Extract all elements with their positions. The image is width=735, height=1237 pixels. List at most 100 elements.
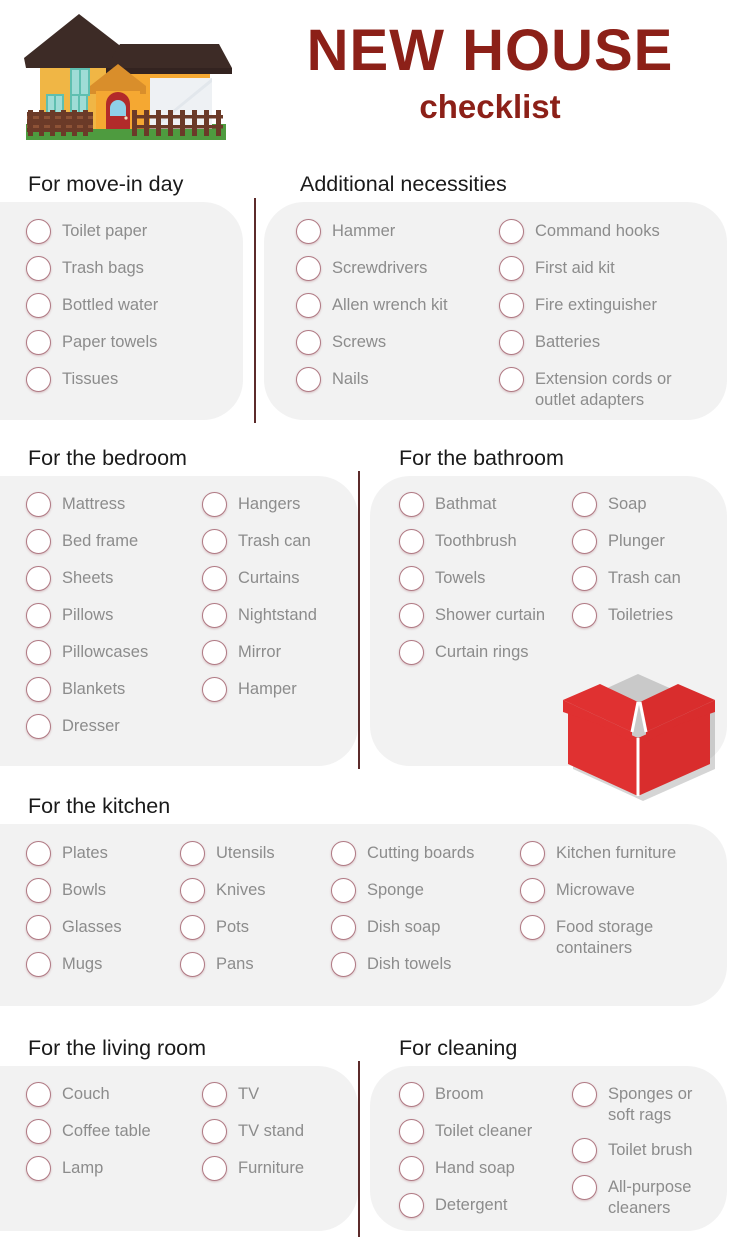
checkbox-circle-icon[interactable]: [180, 878, 205, 903]
checkbox-circle-icon[interactable]: [26, 1119, 51, 1144]
checkbox-circle-icon[interactable]: [26, 330, 51, 355]
checklist-item[interactable]: Towels: [399, 566, 574, 591]
checklist-item[interactable]: Trash bags: [26, 256, 226, 281]
checklist-item[interactable]: Command hooks: [499, 219, 689, 244]
checklist-item[interactable]: Hammer: [296, 219, 476, 244]
checklist-item[interactable]: Pillows: [26, 603, 186, 628]
checklist-item[interactable]: Pots: [180, 915, 320, 940]
checkbox-circle-icon[interactable]: [180, 952, 205, 977]
checkbox-circle-icon[interactable]: [26, 566, 51, 591]
checklist-item[interactable]: Shower curtain: [399, 603, 574, 628]
checkbox-circle-icon[interactable]: [331, 915, 356, 940]
checklist-item[interactable]: Utensils: [180, 841, 320, 866]
checklist-item[interactable]: Toothbrush: [399, 529, 574, 554]
checklist-item[interactable]: Food storage containers: [520, 915, 705, 959]
checkbox-circle-icon[interactable]: [331, 878, 356, 903]
checkbox-circle-icon[interactable]: [26, 293, 51, 318]
checkbox-circle-icon[interactable]: [26, 714, 51, 739]
checkbox-circle-icon[interactable]: [399, 492, 424, 517]
checkbox-circle-icon[interactable]: [572, 1082, 597, 1107]
checklist-item[interactable]: Curtain rings: [399, 640, 574, 665]
checkbox-circle-icon[interactable]: [572, 529, 597, 554]
checklist-item[interactable]: Tissues: [26, 367, 226, 392]
checkbox-circle-icon[interactable]: [499, 330, 524, 355]
checklist-item[interactable]: Knives: [180, 878, 320, 903]
checkbox-circle-icon[interactable]: [499, 367, 524, 392]
checklist-item[interactable]: Nails: [296, 367, 476, 392]
checklist-item[interactable]: Kitchen furniture: [520, 841, 705, 866]
checklist-item[interactable]: Sheets: [26, 566, 186, 591]
checkbox-circle-icon[interactable]: [499, 256, 524, 281]
checklist-item[interactable]: Curtains: [202, 566, 362, 591]
checklist-item[interactable]: Bathmat: [399, 492, 574, 517]
checklist-item[interactable]: Paper towels: [26, 330, 226, 355]
checkbox-circle-icon[interactable]: [296, 293, 321, 318]
checklist-item[interactable]: Mugs: [26, 952, 166, 977]
checkbox-circle-icon[interactable]: [520, 878, 545, 903]
checklist-item[interactable]: Extension cords or outlet adapters: [499, 367, 689, 411]
checklist-item[interactable]: Hamper: [202, 677, 362, 702]
checkbox-circle-icon[interactable]: [296, 256, 321, 281]
checkbox-circle-icon[interactable]: [202, 529, 227, 554]
checkbox-circle-icon[interactable]: [202, 677, 227, 702]
checklist-item[interactable]: Fire extinguisher: [499, 293, 689, 318]
checkbox-circle-icon[interactable]: [202, 1156, 227, 1181]
checkbox-circle-icon[interactable]: [572, 1175, 597, 1201]
checklist-item[interactable]: Bed frame: [26, 529, 186, 554]
checklist-item[interactable]: Mattress: [26, 492, 186, 517]
checklist-item[interactable]: Batteries: [499, 330, 689, 355]
checklist-item[interactable]: Furniture: [202, 1156, 362, 1181]
checkbox-circle-icon[interactable]: [399, 603, 424, 628]
checkbox-circle-icon[interactable]: [26, 841, 51, 866]
checklist-item[interactable]: Screws: [296, 330, 476, 355]
checklist-item[interactable]: Pans: [180, 952, 320, 977]
checklist-item[interactable]: Coffee table: [26, 1119, 186, 1144]
checkbox-circle-icon[interactable]: [399, 1156, 424, 1181]
checklist-item[interactable]: Couch: [26, 1082, 186, 1107]
checkbox-circle-icon[interactable]: [202, 566, 227, 591]
checkbox-circle-icon[interactable]: [26, 256, 51, 281]
checklist-item[interactable]: Plates: [26, 841, 166, 866]
checklist-item[interactable]: Dish soap: [331, 915, 506, 940]
checkbox-circle-icon[interactable]: [26, 878, 51, 903]
checkbox-circle-icon[interactable]: [26, 952, 51, 977]
checklist-item[interactable]: Sponge: [331, 878, 506, 903]
checkbox-circle-icon[interactable]: [399, 1082, 424, 1107]
checklist-item[interactable]: Bowls: [26, 878, 166, 903]
checkbox-circle-icon[interactable]: [26, 915, 51, 940]
checklist-item[interactable]: First aid kit: [499, 256, 689, 281]
checklist-item[interactable]: Cutting boards: [331, 841, 506, 866]
checkbox-circle-icon[interactable]: [180, 841, 205, 866]
checkbox-circle-icon[interactable]: [399, 1119, 424, 1144]
checklist-item[interactable]: Hangers: [202, 492, 362, 517]
checkbox-circle-icon[interactable]: [572, 492, 597, 517]
checkbox-circle-icon[interactable]: [202, 1119, 227, 1144]
checklist-item[interactable]: Hand soap: [399, 1156, 564, 1181]
checkbox-circle-icon[interactable]: [572, 603, 597, 628]
checkbox-circle-icon[interactable]: [572, 1138, 597, 1164]
checklist-item[interactable]: Plunger: [572, 529, 722, 554]
checklist-item[interactable]: Screwdrivers: [296, 256, 476, 281]
checkbox-circle-icon[interactable]: [26, 529, 51, 554]
checklist-item[interactable]: Glasses: [26, 915, 166, 940]
checklist-item[interactable]: All-purpose cleaners: [572, 1175, 722, 1219]
checklist-item[interactable]: Trash can: [572, 566, 722, 591]
checkbox-circle-icon[interactable]: [26, 1082, 51, 1107]
checklist-item[interactable]: Toilet paper: [26, 219, 226, 244]
checkbox-circle-icon[interactable]: [520, 915, 545, 940]
checkbox-circle-icon[interactable]: [26, 1156, 51, 1181]
checkbox-circle-icon[interactable]: [296, 219, 321, 244]
checklist-item[interactable]: Sponges or soft rags: [572, 1082, 722, 1126]
checklist-item[interactable]: Toilet cleaner: [399, 1119, 564, 1144]
checkbox-circle-icon[interactable]: [202, 1082, 227, 1107]
checklist-item[interactable]: Toilet brush: [572, 1138, 722, 1164]
checklist-item[interactable]: Dish towels: [331, 952, 506, 977]
checkbox-circle-icon[interactable]: [26, 367, 51, 392]
checkbox-circle-icon[interactable]: [399, 529, 424, 554]
checkbox-circle-icon[interactable]: [202, 492, 227, 517]
checkbox-circle-icon[interactable]: [499, 293, 524, 318]
checkbox-circle-icon[interactable]: [331, 952, 356, 977]
checklist-item[interactable]: Pillowcases: [26, 640, 186, 665]
checklist-item[interactable]: TV: [202, 1082, 362, 1107]
checkbox-circle-icon[interactable]: [399, 640, 424, 665]
